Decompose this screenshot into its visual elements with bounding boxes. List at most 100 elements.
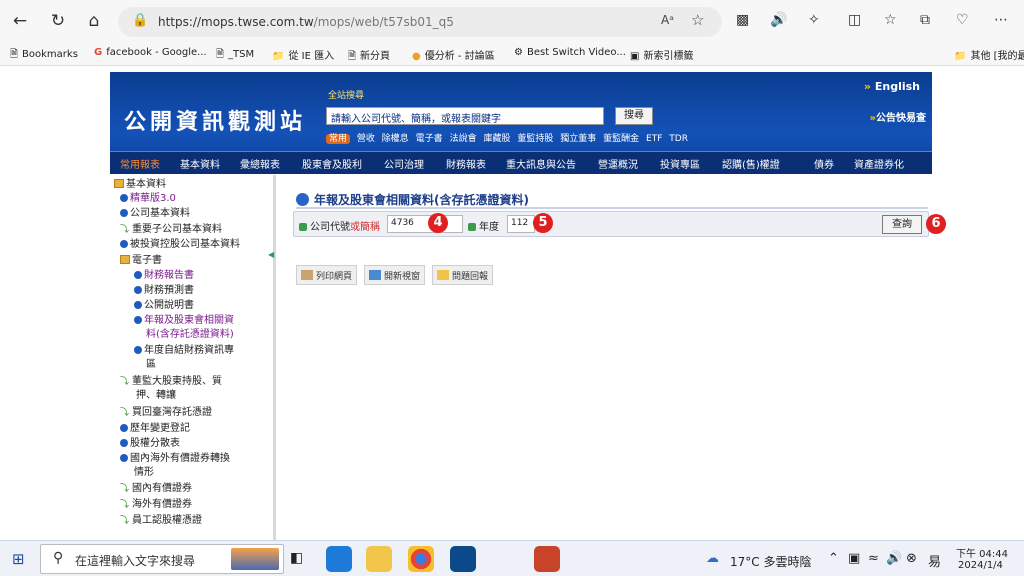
- menu-item[interactable]: 常用報表: [120, 156, 160, 171]
- more-menu-icon[interactable]: ⋯: [994, 12, 1008, 28]
- weather-text[interactable]: 17°C 多雲時陰: [730, 553, 811, 570]
- sidebar-item[interactable]: 公開說明書: [134, 300, 194, 312]
- bookmark-item[interactable]: ⚙ Best Switch Video...: [514, 47, 626, 58]
- sidebar-item[interactable]: ⤵ 海外有價證券: [120, 499, 192, 511]
- bookmark-folder-other[interactable]: 📁 其他 [我的最: [954, 47, 1024, 62]
- quick-link[interactable]: TDR: [669, 134, 688, 144]
- windows-start-icon[interactable]: ⊞: [12, 550, 25, 568]
- file-explorer-icon[interactable]: [366, 546, 392, 572]
- menu-item[interactable]: 營運概況: [598, 156, 638, 171]
- quick-link[interactable]: 庫藏股: [483, 134, 510, 144]
- sidebar-item-active[interactable]: 年報及股東會相關資: [134, 315, 234, 327]
- volume-icon[interactable]: 🔊: [886, 551, 902, 566]
- bookmark-item[interactable]: 🗎 Bookmarks: [10, 47, 78, 64]
- site-search-input[interactable]: 請輸入公司代號、簡稱，或報表關鍵字: [326, 107, 604, 125]
- page-content: 公開資訊觀測站 全站搜尋 請輸入公司代號、簡稱，或報表關鍵字 搜尋 常用 營收 …: [0, 66, 1024, 540]
- sidebar-item[interactable]: 被投資控股公司基本資料: [120, 239, 240, 251]
- menu-item[interactable]: 重大訊息與公告: [506, 156, 576, 171]
- menu-item[interactable]: 股東會及股利: [302, 156, 362, 171]
- menu-item[interactable]: 資產證券化: [854, 156, 904, 171]
- mute-icon[interactable]: ⊗: [906, 551, 917, 566]
- read-aloud-icon[interactable]: Aᵃ: [661, 13, 674, 27]
- favorite-star-icon[interactable]: ☆: [691, 11, 704, 29]
- sidebar-item[interactable]: 股權分散表: [120, 438, 180, 450]
- quick-link[interactable]: 法說會: [450, 134, 477, 144]
- puzzle-icon[interactable]: ✧: [808, 12, 820, 28]
- quick-link[interactable]: ETF: [646, 134, 662, 144]
- tray-monitor-icon[interactable]: ▣: [848, 551, 860, 566]
- quick-link[interactable]: 除權息: [382, 134, 409, 144]
- new-window-button[interactable]: 開新視窗: [364, 265, 426, 285]
- menu-item[interactable]: 公司治理: [384, 156, 424, 171]
- split-screen-icon[interactable]: ◫: [848, 12, 861, 28]
- url-text[interactable]: https://mops.twse.com.tw/mops/web/t57sb0…: [158, 15, 454, 29]
- sidebar-item-cont[interactable]: 押、轉讓: [136, 390, 176, 402]
- quick-link[interactable]: 營收: [357, 134, 375, 144]
- sidebar-folder[interactable]: 基本資料: [114, 179, 166, 191]
- bookmark-item[interactable]: 📁 從 IE 匯入: [272, 47, 334, 62]
- report-problem-button[interactable]: 問題回報: [432, 265, 494, 285]
- menu-item[interactable]: 債券: [814, 156, 834, 171]
- print-page-button[interactable]: 列印網頁: [296, 265, 358, 285]
- taskbar-search[interactable]: ⚲ 在這裡輸入文字來搜尋: [40, 544, 284, 574]
- announce-link[interactable]: »公告快易查: [870, 109, 926, 124]
- extension-icon[interactable]: ▩: [736, 12, 749, 28]
- sidebar-item[interactable]: 歷年變更登記: [120, 423, 190, 435]
- back-icon[interactable]: ←: [10, 11, 30, 31]
- sidebar-item-cont[interactable]: 區: [146, 359, 156, 371]
- chrome-app-icon[interactable]: [408, 546, 434, 572]
- tray-chevron-icon[interactable]: ⌃: [828, 551, 839, 566]
- site-logo[interactable]: 公開資訊觀測站: [124, 104, 306, 136]
- quick-link[interactable]: 獨立董事: [560, 134, 596, 144]
- menu-item[interactable]: 彙總報表: [240, 156, 280, 171]
- heart-icon[interactable]: ♡: [956, 12, 969, 28]
- clock-time[interactable]: 下午 04:44: [956, 545, 1008, 560]
- powerpoint-app-icon[interactable]: [534, 546, 560, 572]
- sidebar-item[interactable]: 財務預測書: [134, 285, 194, 297]
- favorites-icon[interactable]: ☆: [884, 12, 897, 28]
- sidebar-item[interactable]: 年度自結財務資訊專: [134, 345, 234, 357]
- clock-date[interactable]: 2024/1/4: [958, 560, 1003, 571]
- menu-item[interactable]: 認購(售)權證: [722, 156, 780, 171]
- sidebar-item[interactable]: 財務報告書: [134, 270, 194, 282]
- year-input[interactable]: 112: [507, 215, 535, 233]
- bookmark-item[interactable]: ● 優分析 - 討論區: [412, 47, 495, 62]
- sidebar-item[interactable]: 國內海外有價證券轉換: [120, 453, 230, 465]
- bookmark-item[interactable]: ▣ 新索引標籤: [630, 47, 693, 62]
- refresh-icon[interactable]: ↻: [48, 11, 68, 31]
- company-code-input[interactable]: 4736: [387, 215, 463, 233]
- sidebar-item-cont[interactable]: 情形: [134, 467, 154, 479]
- home-icon[interactable]: ⌂: [84, 11, 104, 31]
- meeting-app-icon[interactable]: [450, 546, 476, 572]
- step-badge: 4: [428, 213, 448, 233]
- wifi-icon[interactable]: ≈: [868, 551, 879, 566]
- sidebar-item-active-cont[interactable]: 料(含存託憑證資料): [146, 329, 234, 341]
- menu-item[interactable]: 投資專區: [660, 156, 700, 171]
- quick-link[interactable]: 電子書: [416, 134, 443, 144]
- query-button[interactable]: 查詢: [882, 215, 922, 234]
- sidebar-folder[interactable]: 電子書: [120, 255, 162, 267]
- sidebar-item[interactable]: 精華版3.0: [120, 193, 176, 205]
- edge-app-icon[interactable]: [326, 546, 352, 572]
- sidebar-item[interactable]: ⤵ 董監大股東持股、質: [120, 376, 222, 388]
- site-search-button[interactable]: 搜尋: [615, 107, 653, 125]
- sidebar-item[interactable]: ⤵ 買回臺灣存託憑證: [120, 407, 212, 419]
- sidebar-item[interactable]: ⤵ 重要子公司基本資料: [120, 224, 222, 236]
- sidebar-item[interactable]: ⤵ 國內有價證券: [120, 483, 192, 495]
- address-bar[interactable]: 🔒 https://mops.twse.com.tw/mops/web/t57s…: [118, 7, 722, 37]
- menu-item[interactable]: 財務報表: [446, 156, 486, 171]
- english-link[interactable]: » English: [864, 80, 920, 93]
- quick-link[interactable]: 董監酬金: [603, 134, 639, 144]
- sidebar-item[interactable]: ⤵ 員工認股權憑證: [120, 515, 202, 527]
- speaker-extension-icon[interactable]: 🔊: [770, 12, 787, 28]
- bookmark-item[interactable]: 🗎 _TSM: [216, 47, 254, 64]
- bookmark-item[interactable]: 🗎 新分頁: [348, 47, 390, 66]
- ime-icon[interactable]: 易: [928, 551, 941, 570]
- task-view-icon[interactable]: ◧: [290, 550, 303, 566]
- sidebar-item[interactable]: 公司基本資料: [120, 208, 190, 220]
- bookmark-item[interactable]: Gfacebook - Google...: [94, 47, 207, 58]
- menu-item[interactable]: 基本資料: [180, 156, 220, 171]
- quick-link[interactable]: 董監持股: [517, 134, 553, 144]
- collections-icon[interactable]: ⧉: [920, 12, 930, 28]
- sidebar-collapse-icon[interactable]: ◀: [268, 250, 274, 259]
